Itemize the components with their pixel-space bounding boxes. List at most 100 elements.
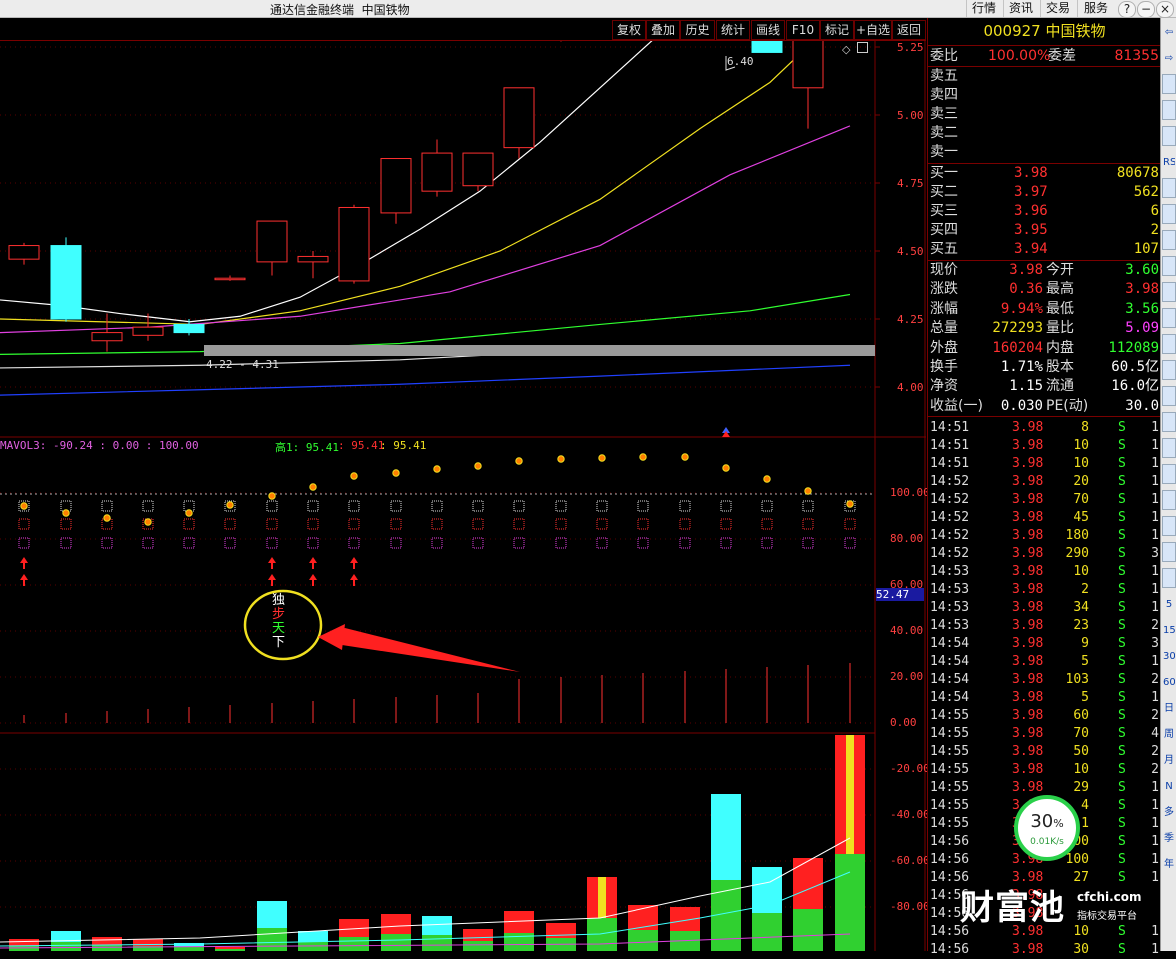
diamond-icon[interactable]: ◇: [842, 43, 850, 56]
tick-volume: 27: [1073, 870, 1089, 885]
sell-label: 卖二: [930, 125, 958, 141]
tick-direction: S: [1118, 924, 1126, 939]
menu-quotes[interactable]: 行情: [966, 0, 1001, 17]
sidebar-item[interactable]: [1162, 256, 1176, 276]
sidebar-item[interactable]: [1162, 126, 1176, 146]
right-sidebar: ⇦ ⇨ RS 5 15 30 60 日周月 N 多季年: [1160, 18, 1176, 951]
menu-service[interactable]: 服务: [1077, 0, 1114, 17]
toolbar-f10-button[interactable]: F10: [786, 20, 820, 40]
sidebar-item[interactable]: 季: [1162, 828, 1176, 848]
sidebar-item[interactable]: [1162, 334, 1176, 354]
tick-volume: 10: [1073, 456, 1089, 471]
menu-news[interactable]: 资讯: [1003, 0, 1038, 17]
stat-label-2: 股本: [1046, 359, 1074, 375]
toolbar-add-watchlist-button[interactable]: +自选: [854, 20, 892, 40]
buy-row: 买四 3.95 2: [928, 221, 1161, 240]
buy-volume: 562: [1133, 184, 1159, 200]
square-icon[interactable]: [857, 42, 868, 53]
stat-row: 现价 3.98 今开 3.60: [928, 261, 1161, 280]
sidebar-item[interactable]: [1162, 412, 1176, 432]
sell-row: 卖一: [928, 143, 1161, 162]
toolbar-back-button[interactable]: 返回: [892, 20, 926, 40]
indicator-column: [844, 500, 856, 723]
stat-value-2: 3.56: [1125, 300, 1159, 317]
sidebar-item[interactable]: 年: [1162, 854, 1176, 874]
toolbar-overlay-button[interactable]: 叠加: [646, 20, 680, 40]
sidebar-item[interactable]: [1162, 74, 1176, 94]
toolbar-stats-button[interactable]: 统计: [716, 20, 750, 40]
sidebar-item[interactable]: [1162, 100, 1176, 120]
sidebar-item[interactable]: [1162, 360, 1176, 380]
chart-canvas[interactable]: [0, 41, 926, 951]
tick-volume: 70: [1073, 492, 1089, 507]
stat-label: 总量: [930, 320, 958, 337]
sidebar-item[interactable]: 30: [1162, 646, 1176, 666]
sidebar-item[interactable]: 月: [1162, 750, 1176, 770]
tick-time: 14:52: [930, 510, 970, 525]
tick-volume: 10: [1073, 438, 1089, 453]
toolbar-draw-button[interactable]: 画线: [751, 20, 785, 40]
sidebar-item[interactable]: 周: [1162, 724, 1176, 744]
sidebar-item[interactable]: [1162, 282, 1176, 302]
sidebar-item[interactable]: 60: [1162, 672, 1176, 692]
sidebar-item[interactable]: [1162, 490, 1176, 510]
watermark-logo: 财富池: [960, 888, 1065, 928]
toolbar-fuquan-button[interactable]: 复权: [612, 20, 646, 40]
sidebar-item[interactable]: [1162, 542, 1176, 562]
sell-label: 卖三: [930, 106, 958, 122]
sidebar-item[interactable]: 多: [1162, 802, 1176, 822]
sidebar-item[interactable]: [1162, 204, 1176, 224]
buy-price: 3.98: [1014, 165, 1048, 181]
stat-value-2: 112089: [1108, 339, 1159, 356]
sidebar-item[interactable]: [1162, 386, 1176, 406]
close-button[interactable]: ×: [1156, 1, 1174, 18]
candle: [91, 313, 123, 352]
sidebar-item[interactable]: [1162, 568, 1176, 588]
sidebar-item[interactable]: [1162, 178, 1176, 198]
sidebar-item[interactable]: N: [1162, 776, 1176, 796]
price-axis-label: 4.25: [897, 313, 924, 326]
help-button[interactable]: ?: [1118, 1, 1136, 18]
tick-time: 14:55: [930, 816, 970, 831]
sidebar-item[interactable]: 15: [1162, 620, 1176, 640]
annotation-arrow: [320, 628, 520, 672]
tick-volume: 34: [1073, 600, 1089, 615]
indicator-column: [390, 469, 402, 723]
tick-direction: S: [1118, 852, 1126, 867]
sidebar-item[interactable]: [1162, 516, 1176, 536]
indicator-v3: : 95.41: [380, 439, 427, 452]
buy-price: 3.94: [1014, 241, 1048, 257]
toolbar-history-button[interactable]: 历史: [680, 20, 715, 40]
candlesticks: [8, 41, 824, 352]
volume-bar: [835, 735, 865, 951]
sidebar-item[interactable]: RS: [1162, 152, 1176, 172]
tick-price: 3.98: [1012, 600, 1044, 615]
minimize-button[interactable]: −: [1137, 1, 1155, 18]
stat-label-2: 内盘: [1046, 339, 1074, 356]
stat-value-2: 5.09: [1125, 320, 1159, 337]
buy-row: 买三 3.96 6: [928, 202, 1161, 221]
price-axis-label: 4.75: [897, 177, 924, 190]
toolbar-mark-button[interactable]: 标记: [820, 20, 854, 40]
tick-direction: S: [1118, 672, 1126, 687]
tick-volume: 70: [1073, 726, 1089, 741]
tick-count: 1: [1151, 870, 1159, 885]
sidebar-item[interactable]: 5: [1162, 594, 1176, 614]
menu-trade[interactable]: 交易: [1040, 0, 1075, 17]
sidebar-item[interactable]: ⇦: [1162, 22, 1176, 42]
sidebar-item[interactable]: 日: [1162, 698, 1176, 718]
indicator-column: [802, 487, 814, 723]
tick-volume: 2: [1081, 582, 1089, 597]
sidebar-item[interactable]: [1162, 308, 1176, 328]
sidebar-item[interactable]: ⇨: [1162, 48, 1176, 68]
tick-time: 14:53: [930, 582, 970, 597]
weibi-label: 委比: [930, 48, 958, 64]
candle: [751, 41, 783, 53]
sidebar-item[interactable]: [1162, 230, 1176, 250]
sidebar-item[interactable]: [1162, 438, 1176, 458]
tick-row: 14:56 3.98 30 S 1: [928, 941, 1161, 959]
tick-count: 2: [1151, 762, 1159, 777]
tick-direction: S: [1118, 798, 1126, 813]
sidebar-item[interactable]: [1162, 464, 1176, 484]
tick-volume: 4: [1081, 798, 1089, 813]
